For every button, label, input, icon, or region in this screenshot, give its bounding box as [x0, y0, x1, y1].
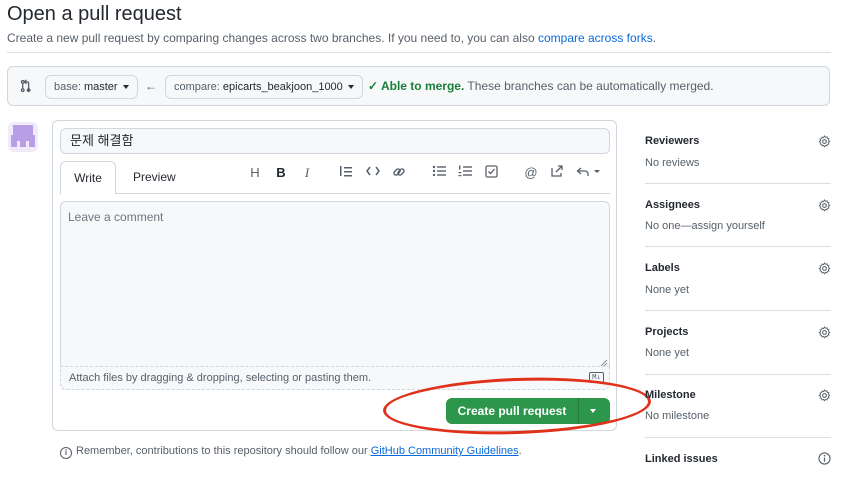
tab-divider: [116, 193, 610, 194]
sidebar-divider: [645, 183, 831, 184]
bold-icon[interactable]: B: [273, 165, 289, 181]
merge-status: ✓ Able to merge. These branches can be a…: [368, 79, 714, 93]
sidebar-divider: [645, 246, 831, 247]
sidebar-divider: [645, 374, 831, 375]
sidebar-assignees-heading[interactable]: Assignees: [645, 199, 700, 211]
page-subtitle: Create a new pull request by comparing c…: [7, 31, 657, 45]
sidebar-milestone-heading[interactable]: Milestone: [645, 389, 696, 401]
sidebar-divider: [645, 437, 831, 438]
sidebar-divider: [645, 310, 831, 311]
community-guidelines-link[interactable]: GitHub Community Guidelines: [371, 445, 519, 457]
tab-write[interactable]: Write: [60, 161, 116, 194]
quote-icon[interactable]: [338, 165, 354, 181]
info-icon[interactable]: [818, 452, 831, 465]
markdown-icon[interactable]: M↓: [589, 372, 604, 383]
link-icon[interactable]: [391, 165, 407, 181]
sidebar-projects-value: None yet: [645, 347, 690, 359]
sidebar-linked-issues-heading: Linked issues: [645, 453, 718, 465]
code-icon[interactable]: [365, 165, 381, 181]
check-icon: ✓: [368, 79, 381, 93]
sidebar-assignees-value[interactable]: No one—assign yourself: [645, 220, 765, 232]
base-branch-select[interactable]: base: master: [45, 75, 138, 99]
numbered-list-icon[interactable]: [457, 165, 473, 181]
task-list-icon[interactable]: [483, 165, 499, 181]
comment-placeholder: Leave a comment: [68, 210, 164, 224]
pr-title-input[interactable]: 문제 해결함: [60, 128, 610, 154]
sidebar-reviewers-heading[interactable]: Reviewers: [645, 135, 699, 147]
italic-icon[interactable]: I: [299, 165, 315, 181]
attach-files-text: Attach files by dragging & dropping, sel…: [69, 372, 372, 384]
sidebar-labels-value: None yet: [645, 284, 690, 296]
heading-icon[interactable]: H: [247, 165, 263, 181]
page-title: Open a pull request: [7, 3, 182, 25]
sidebar-milestone-value: No milestone: [645, 410, 710, 422]
contribution-note: i Remember, contributions to this reposit…: [60, 445, 522, 459]
gear-icon[interactable]: [818, 135, 831, 148]
compare-branch-select[interactable]: compare: epicarts_beakjoon_1000: [165, 75, 363, 99]
sidebar-reviewers-value: No reviews: [645, 157, 700, 169]
chevron-down-icon: [122, 85, 129, 90]
chevron-down-icon: [590, 409, 596, 413]
create-options-dropdown[interactable]: [578, 398, 610, 424]
gear-icon[interactable]: [818, 389, 831, 402]
arrow-left-icon: ←: [145, 79, 157, 93]
gear-icon[interactable]: [818, 326, 831, 339]
gear-icon[interactable]: [818, 262, 831, 275]
tab-preview[interactable]: Preview: [133, 170, 176, 184]
bulleted-list-icon[interactable]: [431, 165, 447, 181]
sidebar-projects-heading[interactable]: Projects: [645, 326, 688, 338]
header-divider: [7, 52, 831, 53]
reference-icon[interactable]: [549, 165, 565, 181]
reply-icon[interactable]: [576, 165, 602, 181]
create-pull-request-button[interactable]: Create pull request: [446, 398, 578, 424]
sidebar-labels-heading[interactable]: Labels: [645, 262, 680, 274]
git-compare-icon: [19, 79, 33, 93]
avatar[interactable]: [8, 122, 38, 152]
comment-textarea[interactable]: [60, 201, 610, 366]
mention-icon[interactable]: @: [523, 165, 539, 181]
gear-icon[interactable]: [818, 199, 831, 212]
chevron-down-icon: [347, 85, 354, 90]
compare-forks-link[interactable]: compare across forks: [538, 31, 653, 45]
info-icon: i: [60, 447, 72, 459]
